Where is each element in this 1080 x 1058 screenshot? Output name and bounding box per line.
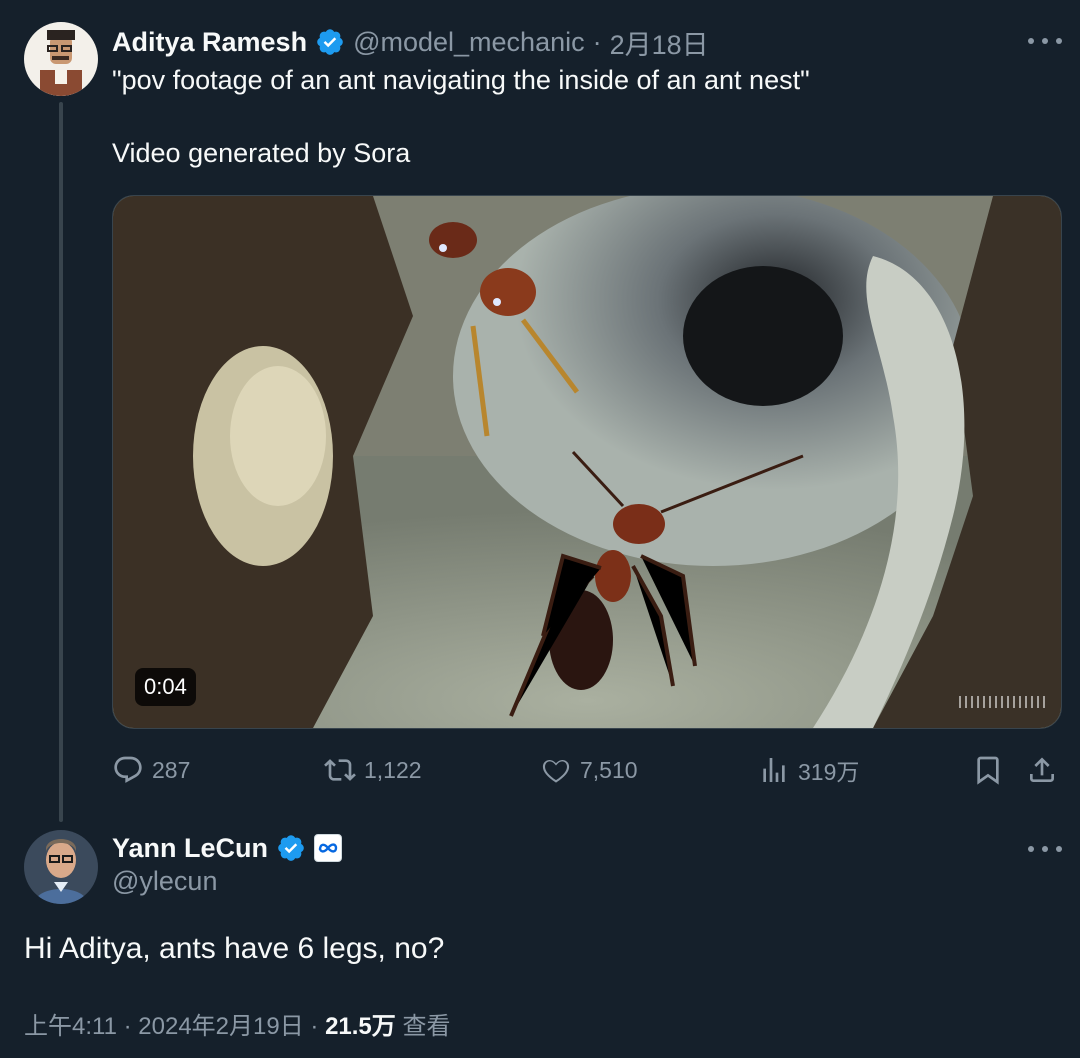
- like-count: 7,510: [580, 756, 638, 783]
- reply-views-label: 查看: [402, 1013, 451, 1040]
- reply-date[interactable]: 2024年2月19日: [138, 1013, 303, 1040]
- share-button[interactable]: [1026, 750, 1058, 790]
- reply-icon: [114, 756, 142, 783]
- retweet-count: 1,122: [364, 756, 422, 783]
- reply-count: 287: [152, 756, 191, 783]
- bookmark-button[interactable]: [972, 750, 1004, 790]
- reply-time[interactable]: 上午4:11: [24, 1013, 117, 1040]
- like-icon: [542, 759, 570, 783]
- retweet-button[interactable]: 1,122: [324, 750, 422, 790]
- tweet-actions: 287 1,122 7,510 319万: [112, 750, 1060, 790]
- tweet-thread: Aditya Ramesh @model_mechanic · 2月18日 "p…: [0, 0, 1080, 1058]
- views-count: 319万: [798, 759, 860, 785]
- verified-badge-icon: [278, 835, 304, 861]
- tweet-date[interactable]: 2月18日: [610, 23, 709, 62]
- reply-meta: 上午4:11 · 2024年2月19日 · 21.5万 查看: [24, 1006, 450, 1041]
- reply-header: Yann LeCun: [112, 828, 343, 868]
- tweet-text-quote: "pov footage of an ant navigating the in…: [112, 65, 810, 95]
- reply-views-count: 21.5万: [325, 1013, 396, 1040]
- meta-affiliation-icon[interactable]: [314, 834, 343, 862]
- author-handle[interactable]: @model_mechanic: [353, 27, 585, 58]
- more-icon[interactable]: [1028, 36, 1062, 46]
- meta-separator: ·: [310, 1013, 319, 1040]
- reply-more-icon[interactable]: [1028, 844, 1062, 854]
- video-frame-ant-nest: [113, 196, 1061, 728]
- avatar-aditya[interactable]: [24, 22, 98, 96]
- retweet-icon: [324, 759, 356, 781]
- tweet-video[interactable]: 0:04: [112, 195, 1062, 729]
- reply-author-name[interactable]: Yann LeCun: [112, 833, 268, 864]
- bookmark-icon: [977, 756, 999, 785]
- video-duration: 0:04: [135, 668, 196, 706]
- tweet-header: Aditya Ramesh @model_mechanic · 2月18日: [112, 22, 709, 62]
- tweet-text-caption: Video generated by Sora: [112, 138, 411, 168]
- verified-badge-icon: [317, 29, 343, 55]
- reply-author-handle[interactable]: @ylecun: [112, 866, 217, 897]
- meta-separator: ·: [123, 1013, 132, 1040]
- views-icon: [763, 758, 785, 782]
- avatar-ylecun[interactable]: [24, 830, 98, 904]
- views-button[interactable]: 319万: [758, 750, 859, 790]
- author-name[interactable]: Aditya Ramesh: [112, 27, 307, 58]
- reply-text: Hi Aditya, ants have 6 legs, no?: [24, 932, 445, 965]
- sora-watermark: [959, 696, 1045, 708]
- dot-separator: ·: [592, 26, 602, 57]
- share-icon: [1030, 757, 1054, 782]
- like-button[interactable]: 7,510: [540, 750, 638, 790]
- reply-button[interactable]: 287: [112, 750, 190, 790]
- thread-connector-line: [59, 102, 63, 822]
